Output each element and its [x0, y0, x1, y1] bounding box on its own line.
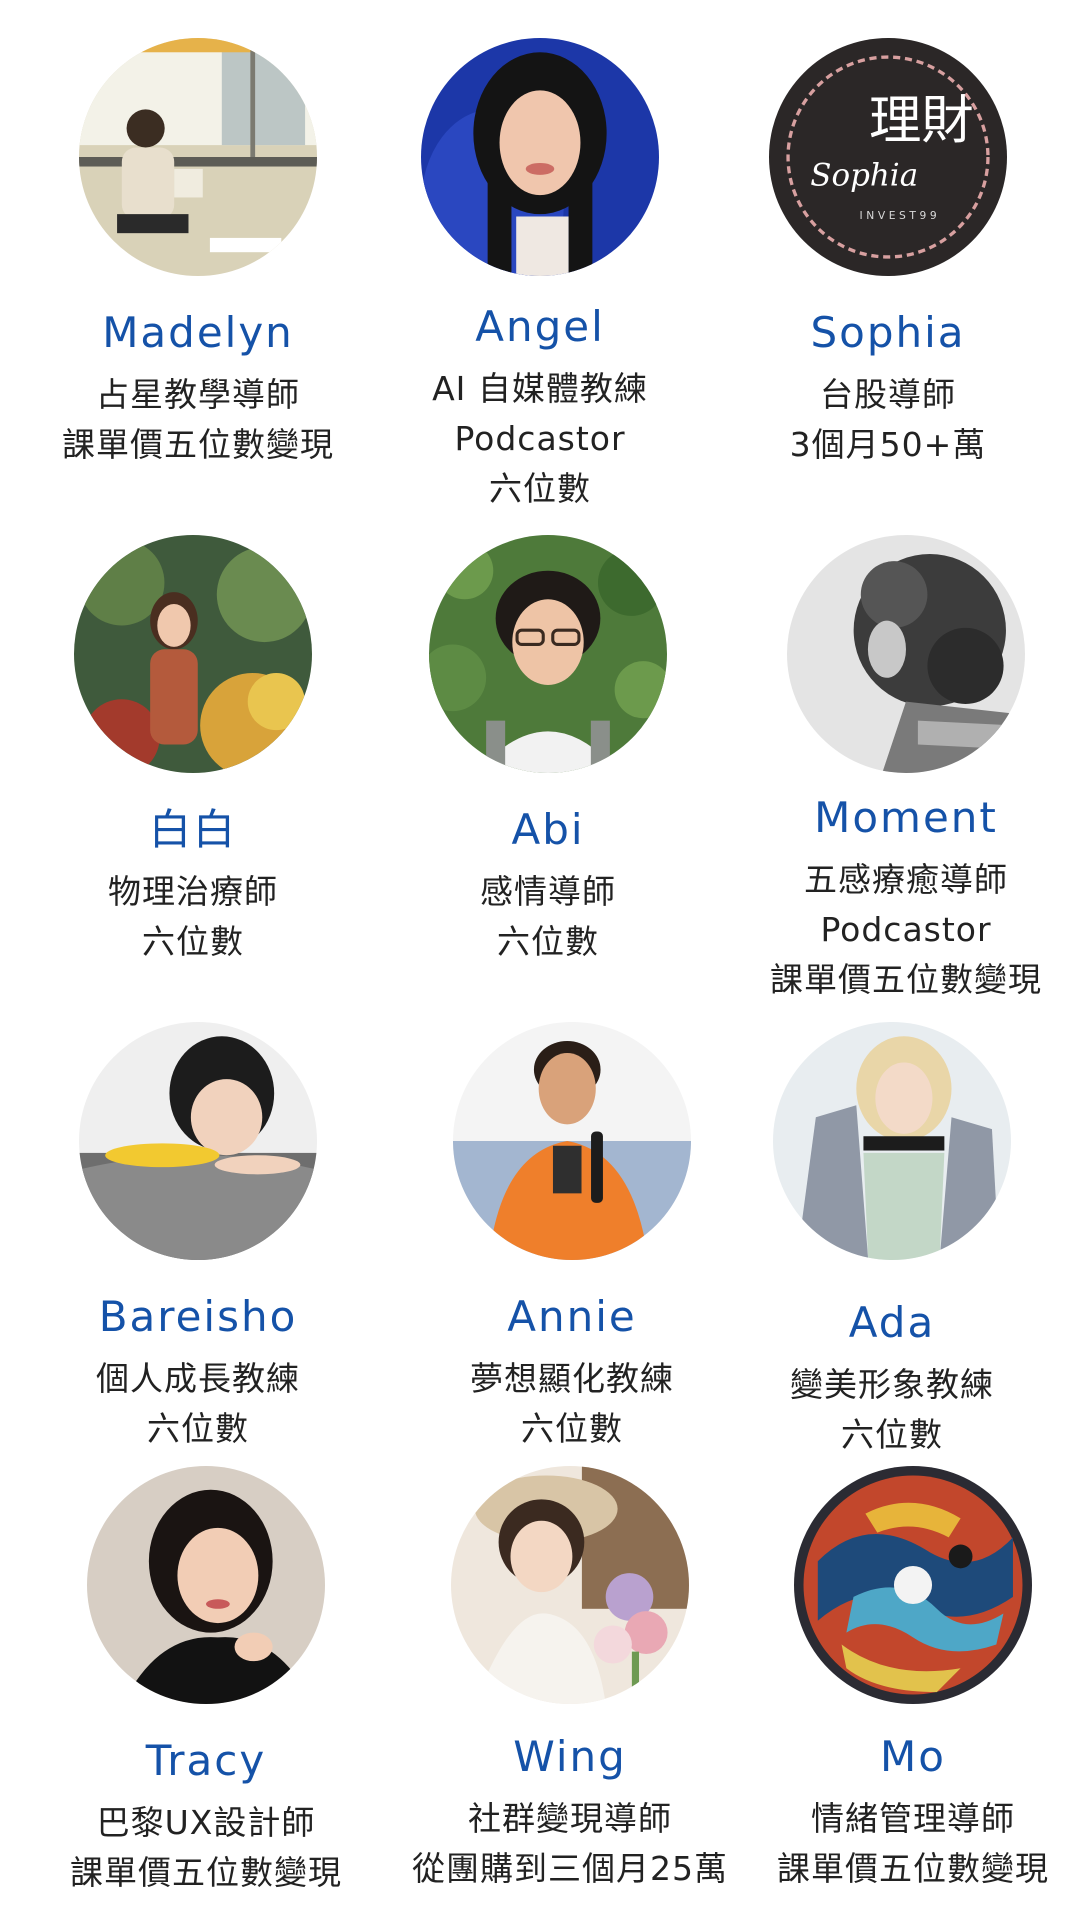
- description-line: 課單價五位數變現: [777, 1849, 1049, 1889]
- description-line: 占星教學導師: [96, 375, 300, 415]
- mentor-card-madelyn: Madelyn 占星教學導師 課單價五位數變現: [18, 38, 378, 470]
- logo-sub-text: INVEST99: [860, 209, 941, 222]
- description-line: 物理治療師: [108, 872, 278, 912]
- description-line: 課單價五位數變現: [62, 425, 334, 465]
- description-line: 五感療癒導師: [804, 860, 1008, 900]
- mentor-description: 社群變現導師 從團購到三個月25萬: [390, 1794, 750, 1894]
- mentor-card-wing: Wing 社群變現導師 從團購到三個月25萬: [390, 1466, 750, 1894]
- mentor-description: 五感療癒導師 Podcastor 課單價五位數變現: [726, 855, 1080, 1005]
- avatar: [429, 535, 667, 773]
- mentor-name: Ada: [848, 1298, 936, 1347]
- mentor-card-ada: Ada 變美形象教練 六位數: [712, 1022, 1072, 1460]
- description-line: 六位數: [142, 922, 244, 962]
- mentor-name: Wing: [513, 1732, 627, 1781]
- logo-script-text: Sophia: [810, 158, 918, 194]
- avatar: [79, 38, 317, 276]
- mentor-card-bareisho: Bareisho 個人成長教練 六位數: [18, 1022, 378, 1454]
- mentor-name: 白白: [148, 805, 237, 854]
- avatar: [79, 1022, 317, 1260]
- mentor-name: Bareisho: [98, 1292, 298, 1341]
- description-line: 從團購到三個月25萬: [412, 1849, 728, 1889]
- description-line: 六位數: [497, 922, 599, 962]
- avatar: [87, 1466, 325, 1704]
- mentor-description: AI 自媒體教練 Podcastor 六位數: [360, 364, 720, 514]
- mentor-description: 個人成長教練 六位數: [18, 1354, 378, 1454]
- description-line: AI 自媒體教練: [432, 369, 648, 409]
- mentor-description: 巴黎UX設計師 課單價五位數變現: [26, 1798, 386, 1898]
- mentor-description: 情緒管理導師 課單價五位數變現: [733, 1794, 1080, 1894]
- avatar: [451, 1466, 689, 1704]
- mentor-card-angel: Angel AI 自媒體教練 Podcastor 六位數: [360, 38, 720, 514]
- mentor-description: 台股導師 3個月50+萬: [708, 370, 1068, 470]
- mentor-name: Mo: [880, 1732, 946, 1781]
- description-line: 變美形象教練: [790, 1365, 994, 1405]
- mentor-card-abi: Abi 感情導師 六位數: [368, 535, 728, 967]
- mentor-name: Moment: [814, 793, 998, 842]
- description-line: 課單價五位數變現: [70, 1853, 342, 1893]
- description-line: 課單價五位數變現: [770, 960, 1042, 1000]
- mentor-name: Sophia: [810, 308, 966, 357]
- mentor-description: 占星教學導師 課單價五位數變現: [18, 370, 378, 470]
- description-line: 夢想顯化教練: [470, 1359, 674, 1399]
- description-line: 六位數: [521, 1409, 623, 1449]
- logo-main-text: 理財: [869, 90, 974, 151]
- mentor-card-sophia: 理財 Sophia INVEST99 Sophia 台股導師 3個月50+萬: [708, 38, 1068, 470]
- mentor-card-baibai: 白白 物理治療師 六位數: [13, 535, 373, 967]
- mentor-description: 物理治療師 六位數: [13, 867, 373, 967]
- mentor-name: Annie: [507, 1292, 637, 1341]
- avatar: [74, 535, 312, 773]
- mentor-card-annie: Annie 夢想顯化教練 六位數: [392, 1022, 752, 1454]
- avatar: [794, 1466, 1032, 1704]
- description-line: 六位數: [147, 1409, 249, 1449]
- mentor-card-moment: Moment 五感療癒導師 Podcastor 課單價五位數變現: [726, 535, 1080, 1005]
- description-line: 六位數: [841, 1415, 943, 1455]
- description-line: Podcastor: [454, 419, 626, 459]
- description-line: 3個月50+萬: [789, 425, 987, 465]
- description-line: 個人成長教練: [96, 1359, 300, 1399]
- description-line: 感情導師: [480, 872, 616, 912]
- description-line: 台股導師: [820, 375, 956, 415]
- mentor-name: Tracy: [145, 1736, 267, 1785]
- avatar: [787, 535, 1025, 773]
- description-line: 巴黎UX設計師: [96, 1803, 316, 1843]
- avatar: [453, 1022, 691, 1260]
- mentor-description: 變美形象教練 六位數: [712, 1360, 1072, 1460]
- sophia-invest-logo: 理財 Sophia INVEST99: [769, 38, 1007, 276]
- mentor-grid: Madelyn 占星教學導師 課單價五位數變現 Angel AI 自媒體教練 P…: [0, 0, 1080, 1920]
- mentor-name: Angel: [475, 302, 605, 351]
- description-line: 六位數: [489, 469, 591, 509]
- mentor-name: Abi: [511, 805, 585, 854]
- description-line: Podcastor: [820, 910, 992, 950]
- mentor-name: Madelyn: [102, 308, 294, 357]
- description-line: 社群變現導師: [468, 1799, 672, 1839]
- mentor-card-mo: Mo 情緒管理導師 課單價五位數變現: [733, 1466, 1080, 1894]
- mentor-description: 夢想顯化教練 六位數: [392, 1354, 752, 1454]
- mentor-description: 感情導師 六位數: [368, 867, 728, 967]
- avatar: [773, 1022, 1011, 1260]
- mentor-card-tracy: Tracy 巴黎UX設計師 課單價五位數變現: [26, 1466, 386, 1898]
- avatar: [421, 38, 659, 276]
- description-line: 情緒管理導師: [811, 1799, 1015, 1839]
